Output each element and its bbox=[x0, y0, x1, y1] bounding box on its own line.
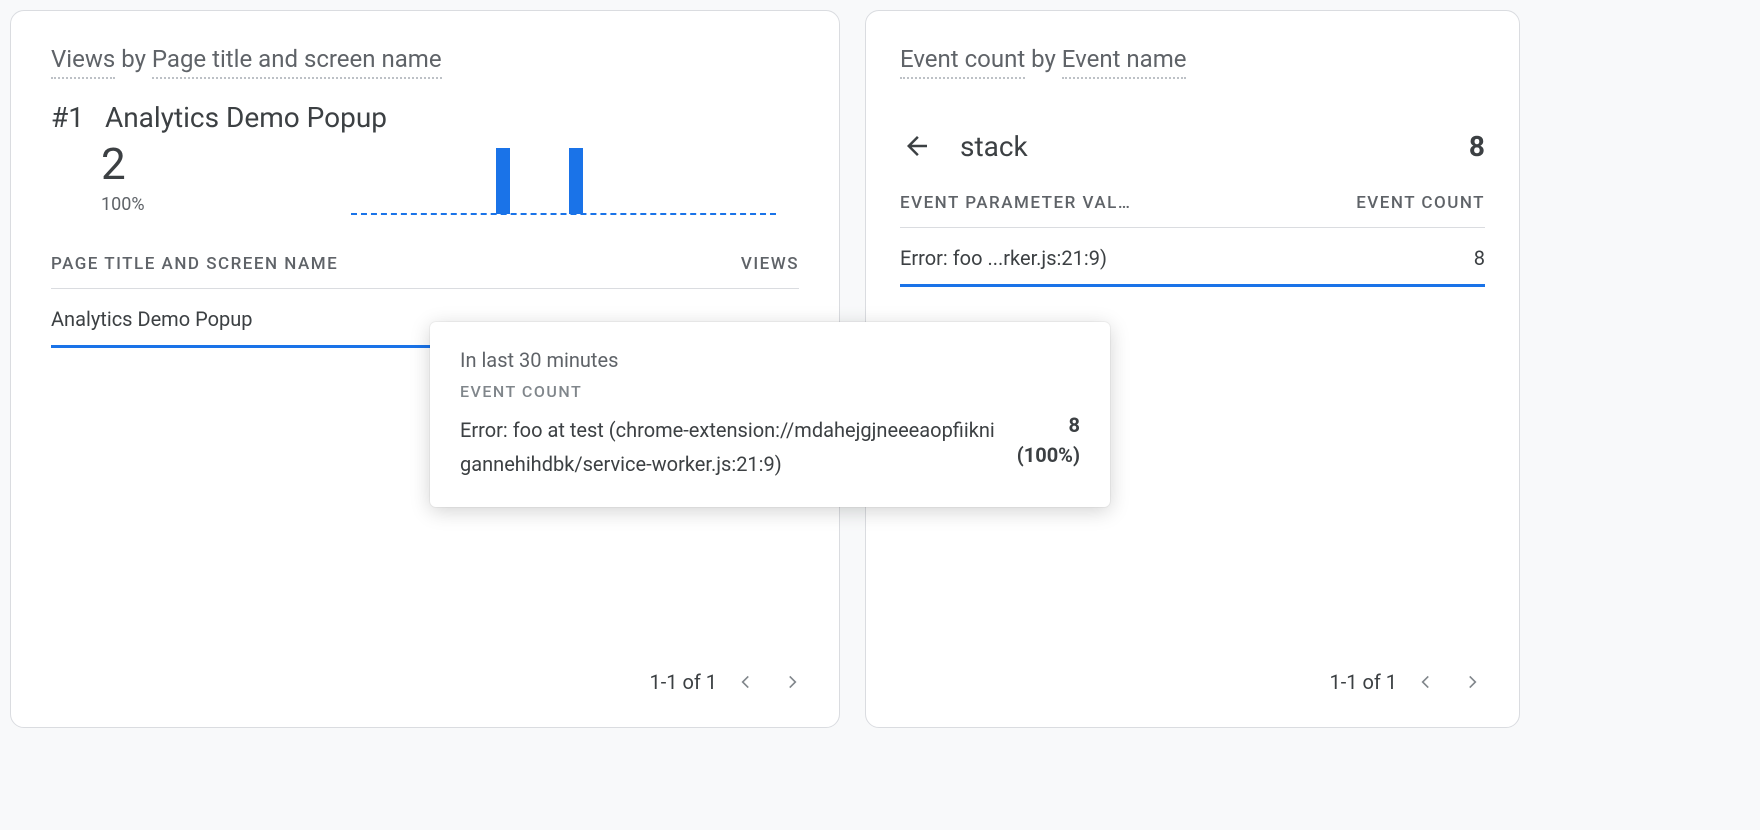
views-percent: 100% bbox=[101, 194, 351, 215]
chevron-right-icon bbox=[782, 672, 802, 692]
events-table-header: EVENT PARAMETER VAL… EVENT COUNT bbox=[900, 181, 1485, 228]
sparkline-bar bbox=[496, 148, 510, 214]
tooltip-timeframe: In last 30 minutes bbox=[460, 348, 1080, 372]
tooltip-value: 8 bbox=[1017, 413, 1080, 437]
next-page-button[interactable] bbox=[775, 665, 809, 699]
views-table-header: PAGE TITLE AND SCREEN NAME VIEWS bbox=[51, 224, 799, 289]
events-pager: 1-1 of 1 bbox=[1329, 665, 1489, 699]
chevron-left-icon bbox=[1416, 672, 1436, 692]
events-col-metric: EVENT COUNT bbox=[1356, 193, 1485, 213]
next-page-button[interactable] bbox=[1455, 665, 1489, 699]
back-button[interactable] bbox=[900, 129, 934, 163]
tooltip-percent: (100%) bbox=[1017, 443, 1080, 467]
views-row-label: Analytics Demo Popup bbox=[51, 307, 252, 331]
views-card-title: Views by Page title and screen name bbox=[51, 45, 799, 73]
event-detail-count: 8 bbox=[1469, 130, 1485, 163]
sparkline-bar bbox=[569, 148, 583, 214]
event-tooltip: In last 30 minutes EVENT COUNT Error: fo… bbox=[430, 322, 1110, 507]
chevron-right-icon bbox=[1462, 672, 1482, 692]
events-col-dimension: EVENT PARAMETER VAL… bbox=[900, 193, 1131, 213]
table-row[interactable]: Error: foo ...rker.js:21:9) 8 bbox=[900, 228, 1485, 287]
sparkline-baseline bbox=[351, 213, 776, 215]
tooltip-metric-label: EVENT COUNT bbox=[460, 382, 1080, 401]
prev-page-button[interactable] bbox=[729, 665, 763, 699]
event-detail-name: stack bbox=[960, 130, 1028, 163]
views-rank-label: Analytics Demo Popup bbox=[105, 101, 387, 134]
views-top-summary: #1 Analytics Demo Popup 2 100% bbox=[51, 101, 799, 216]
events-row-label: Error: foo ...rker.js:21:9) bbox=[900, 246, 1107, 270]
views-col-dimension: PAGE TITLE AND SCREEN NAME bbox=[51, 254, 338, 274]
views-title-joiner: by bbox=[115, 45, 152, 73]
views-rank: #1 bbox=[51, 101, 84, 134]
views-col-metric: VIEWS bbox=[741, 254, 799, 274]
views-total: 2 bbox=[101, 140, 351, 188]
views-sparkline bbox=[351, 140, 776, 216]
views-dimension-link[interactable]: Page title and screen name bbox=[152, 45, 442, 79]
prev-page-button[interactable] bbox=[1409, 665, 1443, 699]
arrow-left-icon bbox=[902, 131, 932, 161]
events-row-value: 8 bbox=[1474, 246, 1485, 270]
views-pager-label: 1-1 of 1 bbox=[649, 670, 717, 694]
views-rank-line: #1 Analytics Demo Popup bbox=[51, 101, 799, 134]
chevron-left-icon bbox=[736, 672, 756, 692]
event-detail-header: stack 8 bbox=[900, 101, 1485, 181]
events-dimension-link[interactable]: Event name bbox=[1062, 45, 1187, 79]
events-title-joiner: by bbox=[1025, 45, 1062, 73]
events-metric-link[interactable]: Event count bbox=[900, 45, 1025, 79]
events-pager-label: 1-1 of 1 bbox=[1329, 670, 1397, 694]
views-metric-link[interactable]: Views bbox=[51, 45, 115, 79]
views-pager: 1-1 of 1 bbox=[649, 665, 809, 699]
tooltip-text: Error: foo at test (chrome-extension://m… bbox=[460, 413, 997, 481]
events-card-title: Event count by Event name bbox=[900, 45, 1485, 73]
